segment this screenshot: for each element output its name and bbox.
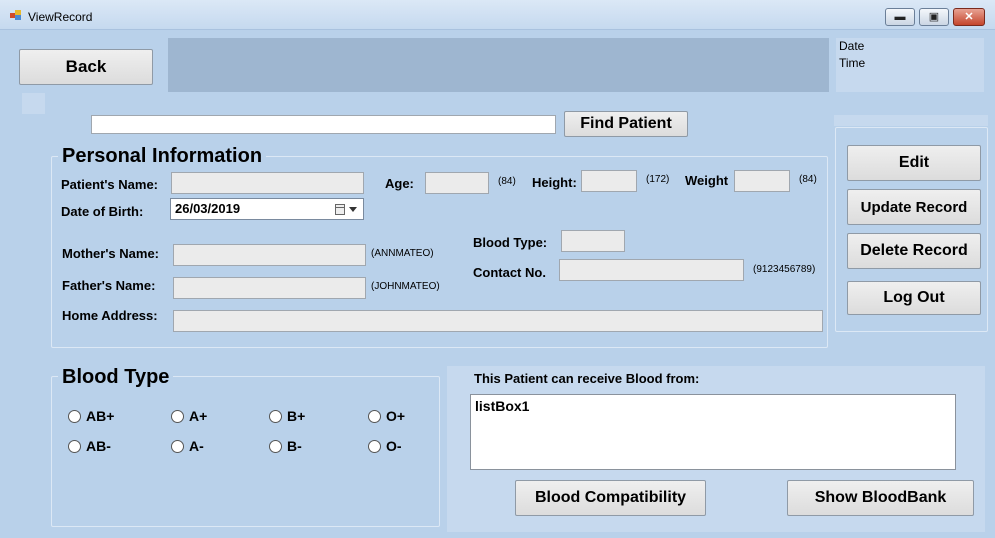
blood-type-heading: Blood Type xyxy=(58,366,174,389)
contact-hint: (9123456789) xyxy=(753,264,816,275)
father-name-field[interactable] xyxy=(173,277,366,299)
radio-a-pos[interactable]: A+ xyxy=(171,408,207,424)
radio-ab-neg[interactable]: AB- xyxy=(68,438,111,454)
dob-label: Date of Birth: xyxy=(61,204,144,219)
show-bloodbank-button[interactable]: Show BloodBank xyxy=(787,480,974,516)
minimize-button[interactable]: ▬ xyxy=(885,8,915,26)
app-icon xyxy=(10,10,22,20)
weight-hint: (84) xyxy=(799,174,817,185)
height-field[interactable] xyxy=(581,170,637,192)
compatible-blood-listbox[interactable]: listBox1 xyxy=(470,394,956,470)
action-panel-header xyxy=(834,115,988,126)
father-name-label: Father's Name: xyxy=(62,278,156,293)
radio-ab-pos[interactable]: AB+ xyxy=(68,408,114,424)
height-hint: (172) xyxy=(646,174,670,185)
patient-name-label: Patient's Name: xyxy=(61,177,159,192)
blood-type-field[interactable] xyxy=(561,230,625,252)
blood-compatibility-button[interactable]: Blood Compatibility xyxy=(515,480,706,516)
radio-o-pos[interactable]: O+ xyxy=(368,408,405,424)
dob-datepicker[interactable]: 26/03/2019 xyxy=(170,198,364,220)
age-label: Age: xyxy=(385,176,414,191)
delete-record-button[interactable]: Delete Record xyxy=(847,233,981,269)
receive-blood-label: This Patient can receive Blood from: xyxy=(474,371,700,386)
search-input[interactable] xyxy=(91,115,556,134)
header-banner xyxy=(168,38,829,92)
radio-o-neg[interactable]: O- xyxy=(368,438,402,454)
find-patient-button[interactable]: Find Patient xyxy=(564,111,688,137)
patient-name-field[interactable] xyxy=(171,172,364,194)
listbox-item: listBox1 xyxy=(475,398,530,414)
blood-type-label: Blood Type: xyxy=(473,235,548,250)
chevron-down-icon[interactable] xyxy=(349,207,357,212)
window-title: ViewRecord xyxy=(28,10,93,24)
maximize-button[interactable]: ▣ xyxy=(919,8,949,26)
dob-value: 26/03/2019 xyxy=(175,201,241,216)
time-label: Time xyxy=(839,56,866,70)
log-out-button[interactable]: Log Out xyxy=(847,281,981,315)
radio-b-neg[interactable]: B- xyxy=(269,438,302,454)
close-button[interactable]: ✕ xyxy=(953,8,985,26)
home-address-label: Home Address: xyxy=(62,308,158,323)
personal-info-heading: Personal Information xyxy=(58,145,267,168)
title-bar: ViewRecord ▬ ▣ ✕ xyxy=(0,0,995,30)
home-address-field[interactable] xyxy=(173,310,823,332)
mother-name-field[interactable] xyxy=(173,244,366,266)
weight-label: Weight xyxy=(685,173,729,188)
edit-button[interactable]: Edit xyxy=(847,145,981,181)
radio-a-neg[interactable]: A- xyxy=(171,438,204,454)
weight-field[interactable] xyxy=(734,170,790,192)
radio-b-pos[interactable]: B+ xyxy=(269,408,305,424)
contact-field[interactable] xyxy=(559,259,744,281)
mother-name-label: Mother's Name: xyxy=(62,246,159,261)
update-record-button[interactable]: Update Record xyxy=(847,189,981,225)
father-name-hint: (JOHNMATEO) xyxy=(371,281,440,292)
back-button[interactable]: Back xyxy=(19,49,153,85)
height-label: Height: xyxy=(532,175,577,190)
age-field[interactable] xyxy=(425,172,489,194)
contact-label: Contact No. xyxy=(473,265,546,280)
small-picture-box xyxy=(22,93,45,114)
date-label: Date xyxy=(839,39,865,53)
age-hint: (84) xyxy=(498,176,516,187)
calendar-icon[interactable] xyxy=(335,204,345,215)
mother-name-hint: (ANNMATEO) xyxy=(371,248,434,259)
